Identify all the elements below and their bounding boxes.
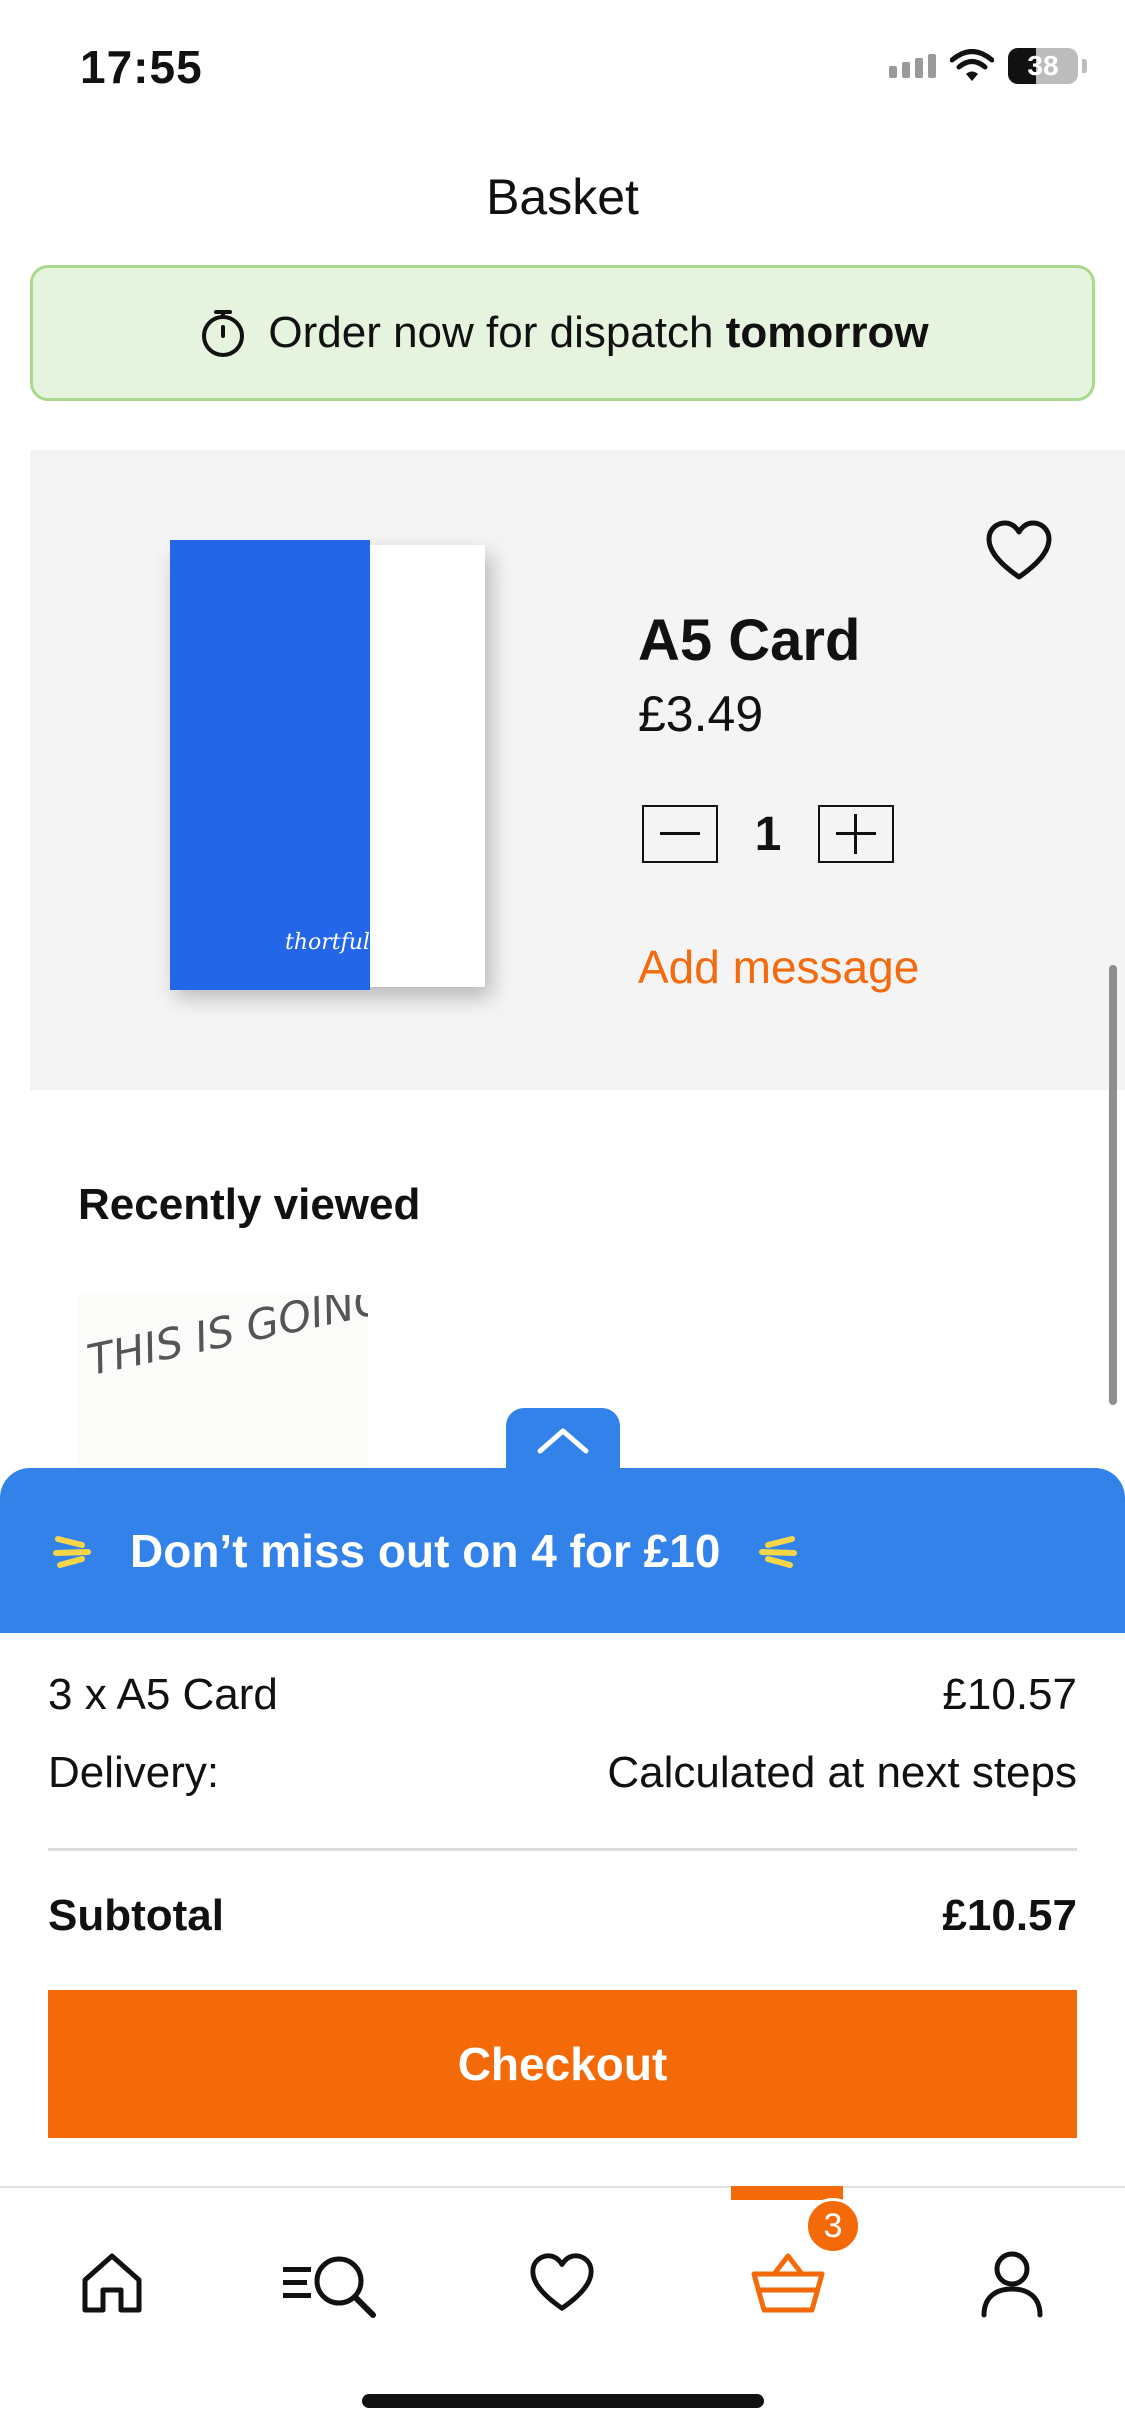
plus-icon <box>836 814 876 854</box>
battery-icon: 38 <box>1008 48 1078 84</box>
promo-text: Don’t miss out on 4 for £10 <box>130 1524 721 1577</box>
basket-count-badge: 3 <box>805 2198 861 2254</box>
items-row: 3 x A5 Card £10.57 <box>48 1670 1077 1720</box>
status-icons: 38 <box>889 48 1087 84</box>
promo-banner[interactable]: Don’t miss out on 4 for £10 <box>0 1468 1125 1633</box>
heart-icon[interactable] <box>983 515 1055 587</box>
delivery-row: Delivery: Calculated at next steps <box>48 1748 1077 1798</box>
item-name: A5 Card <box>638 608 861 673</box>
dispatch-text: Order now for dispatch tomorrow <box>268 308 929 357</box>
increase-quantity-button[interactable] <box>818 805 894 863</box>
summary-divider <box>48 1848 1077 1851</box>
recently-viewed-title: Recently viewed <box>78 1180 421 1229</box>
items-label: 3 x A5 Card <box>48 1670 278 1719</box>
subtotal-row: Subtotal £10.57 <box>48 1891 1077 1941</box>
home-indicator[interactable] <box>362 2394 764 2408</box>
dispatch-banner: Order now for dispatch tomorrow <box>30 265 1095 401</box>
basket-item[interactable]: thortful A5 Card £3.49 1 Add message <box>30 450 1125 1090</box>
recently-viewed-item[interactable]: THIS IS GOING <box>78 1295 368 1475</box>
stopwatch-icon <box>202 310 245 357</box>
item-price: £3.49 <box>638 686 764 742</box>
order-summary: 3 x A5 Card £10.57 Delivery: Calculated … <box>48 1633 1077 1941</box>
status-bar: 17:55 38 <box>0 0 1125 140</box>
subtotal-value: £10.57 <box>942 1891 1077 1940</box>
delivery-value: Calculated at next steps <box>607 1748 1077 1797</box>
card-logo: thortful <box>285 930 370 955</box>
dispatch-emphasis: tomorrow <box>725 308 929 357</box>
decrease-quantity-button[interactable] <box>642 805 718 863</box>
home-icon <box>82 2253 142 2313</box>
minus-icon <box>660 832 700 835</box>
tab-home[interactable] <box>57 2228 167 2338</box>
delivery-label: Delivery: <box>48 1748 220 1797</box>
account-icon <box>981 2251 1043 2318</box>
status-time: 17:55 <box>80 41 203 93</box>
tab-account[interactable] <box>957 2228 1067 2338</box>
page-title: Basket <box>486 169 639 225</box>
cellular-signal-icon <box>889 54 936 78</box>
sparkle-left-icon <box>53 1535 91 1568</box>
quantity-stepper[interactable]: 1 <box>642 805 894 863</box>
tab-search[interactable] <box>278 2228 388 2338</box>
checkout-button[interactable]: Checkout <box>48 1990 1077 2138</box>
wishlist-button[interactable] <box>983 515 1055 587</box>
items-value: £10.57 <box>942 1670 1077 1719</box>
battery-level: 38 <box>1027 50 1059 81</box>
card-front: thortful <box>170 540 370 990</box>
card-thumbnail[interactable]: thortful <box>170 540 515 990</box>
thumb-handwriting: THIS IS GOING <box>83 1295 368 1385</box>
chevron-up-icon <box>537 1428 589 1454</box>
heart-icon <box>530 2253 594 2311</box>
quantity-value: 1 <box>754 807 782 861</box>
expand-sheet-button[interactable] <box>506 1408 620 1472</box>
wifi-icon <box>950 49 994 81</box>
search-menu-icon <box>283 2256 376 2318</box>
basket-icon <box>751 2253 825 2313</box>
add-message-link[interactable]: Add message <box>638 940 919 994</box>
subtotal-label: Subtotal <box>48 1891 224 1940</box>
scrollbar[interactable] <box>1109 965 1117 1405</box>
sparkle-right-icon <box>759 1535 798 1568</box>
tab-wishlist[interactable] <box>507 2228 617 2338</box>
